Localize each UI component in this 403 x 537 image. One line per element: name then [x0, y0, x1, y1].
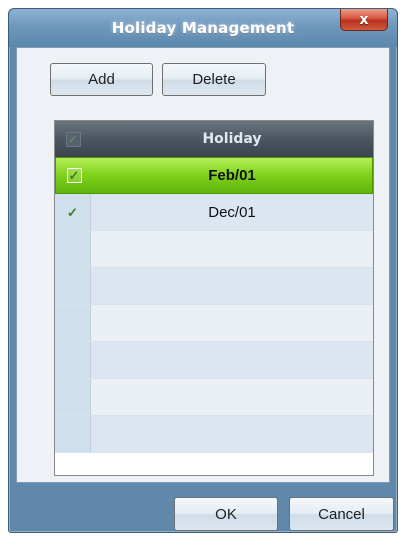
holiday-date-cell	[91, 231, 373, 267]
window-title: Holiday Management	[111, 19, 295, 37]
table-body: ✓ Feb/01 ✓ Dec/01	[55, 157, 373, 453]
dialog-body: Add Delete ✓ Holiday ✓ Feb/01 ✓ Dec/01 OK C…	[16, 47, 394, 531]
table-header: ✓ Holiday	[55, 121, 373, 157]
cancel-button[interactable]: Cancel	[289, 497, 394, 531]
holiday-date-cell	[91, 305, 373, 341]
row-checkbox[interactable]	[55, 305, 91, 341]
holiday-date-cell: Feb/01	[208, 167, 256, 184]
holiday-date-cell	[91, 268, 373, 304]
row-checkbox[interactable]: ✓	[56, 158, 92, 193]
row-checkbox[interactable]	[55, 231, 91, 267]
ok-button[interactable]: OK	[174, 497, 278, 531]
row-checkbox[interactable]	[55, 379, 91, 415]
add-button[interactable]: Add	[50, 63, 153, 96]
checkmark-icon: ✓	[67, 204, 78, 220]
column-header-holiday: Holiday	[202, 131, 262, 147]
checkmark-icon: ✓	[65, 131, 81, 147]
close-button[interactable]: x	[340, 9, 388, 31]
row-checkbox[interactable]	[55, 342, 91, 378]
table-row[interactable]	[55, 379, 373, 416]
row-checkbox[interactable]: ✓	[55, 194, 91, 230]
holiday-date-cell	[91, 342, 373, 378]
table-row[interactable]	[55, 231, 373, 268]
title-bar[interactable]: Holiday Management x	[9, 9, 397, 47]
holiday-date-cell	[91, 379, 373, 415]
close-icon: x	[359, 11, 369, 28]
row-checkbox[interactable]	[55, 268, 91, 304]
holiday-table: ✓ Holiday ✓ Feb/01 ✓ Dec/01	[54, 120, 374, 476]
row-checkbox[interactable]	[55, 416, 91, 452]
table-row[interactable]	[55, 416, 373, 453]
holiday-management-dialog: Holiday Management x Add Delete ✓ Holida…	[8, 8, 398, 533]
table-row[interactable]	[55, 305, 373, 342]
select-all-checkbox[interactable]: ✓	[55, 121, 91, 157]
table-row[interactable]: ✓ Feb/01	[55, 157, 373, 194]
table-row[interactable]: ✓ Dec/01	[55, 194, 373, 231]
holiday-date-cell: Dec/01	[208, 203, 256, 221]
table-row[interactable]	[55, 342, 373, 379]
delete-button[interactable]: Delete	[162, 63, 266, 96]
holiday-date-cell	[91, 416, 373, 452]
checkmark-icon: ✓	[66, 168, 82, 183]
table-row[interactable]	[55, 268, 373, 305]
